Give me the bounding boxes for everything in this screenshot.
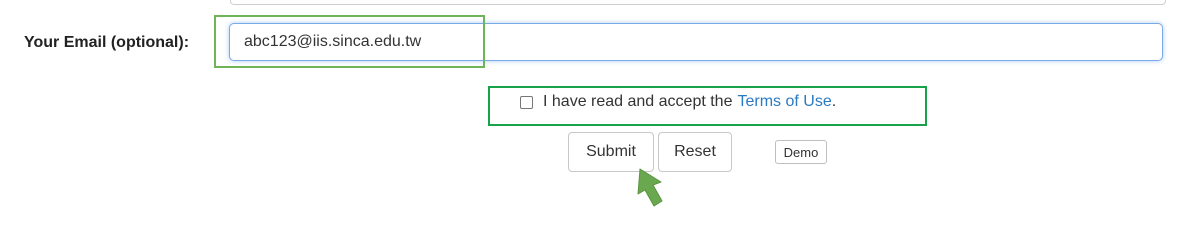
terms-of-use-link[interactable]: Terms of Use [737, 93, 831, 111]
terms-checkbox[interactable] [520, 95, 533, 109]
terms-row: I have read and accept the Terms of Use … [520, 91, 836, 113]
email-label: Your Email (optional): [24, 34, 190, 51]
arrow-pointer-icon [637, 168, 663, 207]
reset-button[interactable]: Reset [658, 132, 732, 172]
email-field[interactable] [229, 23, 1163, 61]
terms-period: . [831, 93, 837, 110]
form-page: Your Email (optional): I have read and a… [0, 0, 1200, 219]
demo-button[interactable]: Demo [775, 140, 827, 164]
terms-text: I have read and accept the [543, 93, 733, 110]
previous-field-bottom-edge[interactable] [230, 0, 1166, 5]
